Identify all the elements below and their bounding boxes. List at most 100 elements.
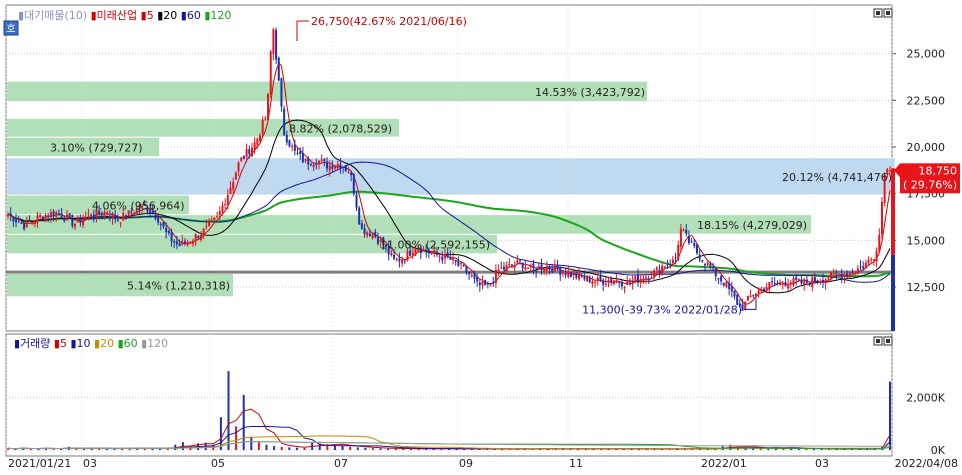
volume-bar (227, 371, 230, 450)
price-axis-tick-label: 15,000 (907, 234, 946, 247)
candle-body (374, 231, 377, 238)
volume-legend-item[interactable]: ▮20 (94, 337, 118, 350)
candle-body (285, 134, 288, 143)
candle-body (757, 290, 760, 293)
price-axis-tick-label: 22,500 (907, 94, 946, 107)
candle-body (704, 263, 707, 266)
price-legend-item[interactable]: ▮대기매물(10) (18, 9, 91, 22)
candle-body (800, 279, 803, 284)
volume-bar (767, 448, 770, 450)
candle-body (521, 262, 524, 269)
price-axis-tick-label: 20,000 (907, 141, 946, 154)
time-axis-tick-label: 2022/01 (701, 457, 747, 470)
candle-body (178, 243, 181, 247)
candle-body (744, 301, 747, 310)
candle-body (639, 278, 642, 283)
candle-body (213, 217, 216, 220)
candle-body (232, 181, 235, 190)
candle-body (519, 260, 522, 262)
candle-body (411, 253, 414, 256)
candle-body (612, 280, 615, 285)
candle-body (76, 217, 79, 223)
candle-body (637, 274, 639, 283)
volume-bar (364, 447, 367, 450)
candle-body (304, 158, 307, 161)
candle-body (690, 241, 693, 243)
candle-body (540, 264, 543, 270)
volume-legend-item[interactable]: ▮120 (141, 337, 168, 350)
candle-body (714, 268, 717, 277)
candle-body (339, 164, 342, 170)
candle-body (628, 280, 631, 283)
candle-body (561, 272, 564, 274)
stock-chart: 25,000 22,500 20,000 17,500 15,000 12,500 2,00… (0, 0, 962, 472)
price-legend-item[interactable]: ▮미래산업 (91, 9, 141, 22)
candle-body (269, 51, 272, 95)
panel-button-glyph (876, 339, 880, 343)
candle-body (679, 228, 682, 247)
volume-legend-item[interactable]: ▮60 (118, 337, 142, 350)
candle-body (709, 264, 712, 268)
candle-body (435, 251, 438, 255)
candle-body (452, 257, 455, 261)
volume-legend-item[interactable]: ▮거래량 (14, 337, 54, 350)
candle-body (580, 275, 583, 277)
candle-body (505, 265, 508, 272)
candle-body (320, 159, 323, 161)
candle-body (441, 256, 444, 261)
candle-body (360, 223, 363, 229)
candle-body (71, 214, 74, 226)
candle-body (36, 215, 39, 222)
candle-body (283, 108, 286, 136)
candle-body (9, 213, 12, 216)
candle-body (28, 219, 31, 222)
candle-body (513, 265, 516, 268)
candle-body (79, 217, 82, 223)
candle-body (167, 230, 170, 234)
candle-body (301, 153, 304, 163)
candle-body (124, 215, 127, 218)
candle-body (237, 162, 240, 172)
candle-body (789, 282, 792, 284)
candle-body (661, 265, 664, 276)
candle-body (216, 215, 219, 218)
candle-body (494, 269, 497, 284)
candle-body (768, 281, 771, 289)
volume-legend-item[interactable]: ▮10 (70, 337, 94, 350)
candle-body (749, 295, 752, 298)
volume-bar (273, 446, 276, 450)
price-legend-item[interactable]: ▮120 (204, 9, 231, 22)
candle-body (508, 263, 511, 265)
time-axis-tick-label: 07 (334, 457, 348, 470)
candle-body (805, 279, 808, 283)
candle-body (20, 222, 23, 224)
time-axis-tick-label: 09 (459, 457, 473, 470)
candle-body (108, 216, 111, 218)
candle-body (261, 120, 264, 134)
candle-body (336, 164, 339, 169)
time-axis-tick-label: 2022/04/08 (895, 457, 958, 470)
candle-body (31, 221, 34, 223)
price-legend-item[interactable]: ▮5 (141, 9, 158, 22)
candle-body (259, 135, 261, 141)
candle-body (240, 157, 243, 161)
candle-body (594, 281, 597, 283)
candle-body (843, 273, 846, 278)
price-legend-item[interactable]: ▮20 (157, 9, 181, 22)
candle-body (808, 283, 811, 286)
candle-body (838, 274, 841, 277)
candle-body (457, 260, 460, 266)
candle-body (41, 216, 44, 220)
candle-body (87, 213, 90, 215)
price-legend-item[interactable]: ▮60 (181, 9, 205, 22)
panel-button-glyph (886, 339, 890, 343)
candle-body (17, 221, 20, 223)
candle-body (551, 268, 554, 273)
candle-body (352, 173, 355, 194)
candle-body (470, 275, 473, 277)
volume-legend-item[interactable]: ▮5 (54, 337, 71, 350)
candle-body (57, 213, 60, 215)
candle-body (543, 269, 546, 272)
current-price-change: ( 29.76%) (903, 178, 957, 191)
volume-profile-label: 14.53% (3,423,792) (535, 86, 645, 99)
